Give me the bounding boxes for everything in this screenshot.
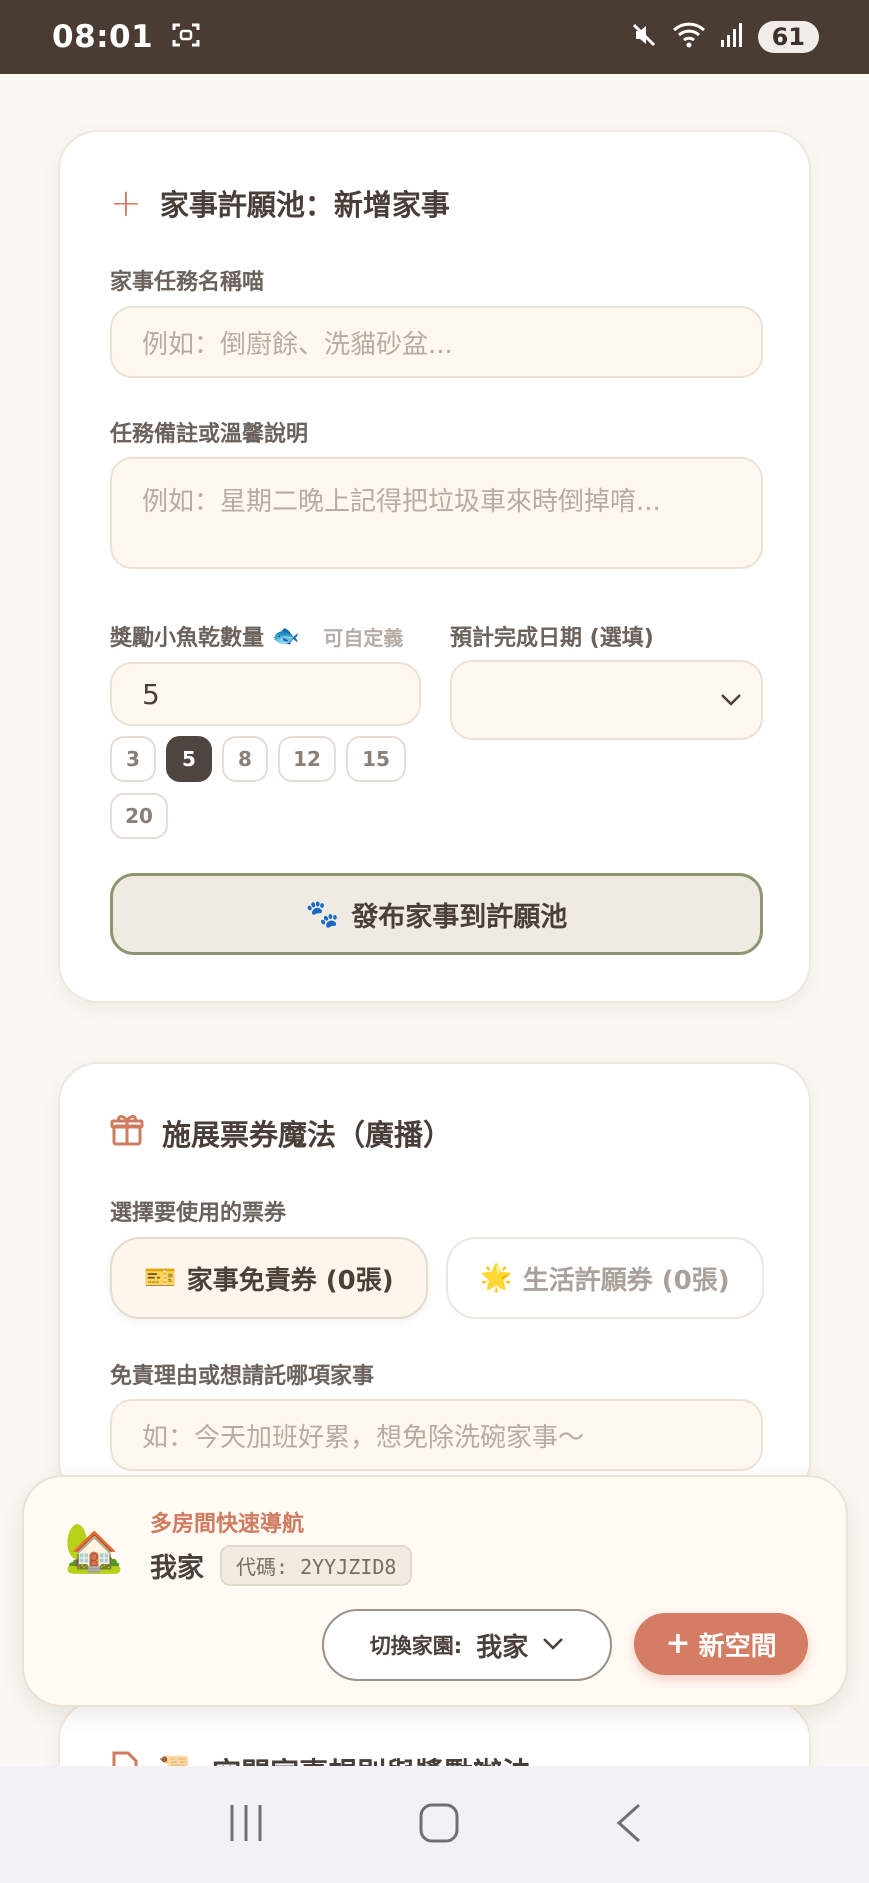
reward-chip-12[interactable]: 12: [278, 736, 336, 782]
reward-value: 5: [142, 677, 160, 711]
reason-input[interactable]: 如：今天加班好累，想免除洗碗家事～: [110, 1399, 763, 1471]
note-label: 任務備註或溫馨說明: [110, 422, 309, 447]
reward-label: 獎勵小魚乾數量: [110, 626, 265, 651]
room-nav-title: 多房間快速導航: [150, 1512, 305, 1537]
wish-ticket-label: 生活許願券 (0張): [522, 1265, 730, 1296]
due-date-select[interactable]: [450, 660, 763, 740]
reward-chip-5[interactable]: 5: [166, 736, 212, 782]
wifi-icon: [672, 21, 706, 53]
ticket-title-row: 施展票券魔法（廣播）: [110, 1112, 452, 1154]
chevron-down-icon: [542, 1636, 564, 1655]
system-nav-bar: [0, 1766, 869, 1883]
ticket-select-label: 選擇要使用的票券: [110, 1201, 287, 1226]
switch-home-label: 切換家園:: [369, 1634, 463, 1658]
home-code-badge[interactable]: 代碼: 2YYJZID8: [220, 1545, 413, 1586]
status-time: 08:01: [52, 19, 154, 55]
star-icon: 🌟: [480, 1263, 513, 1293]
ticket-magic-card: 施展票券魔法（廣播） 選擇要使用的票券 🎫 家事免責券 (0張) 🌟 生活許願券…: [58, 1062, 811, 1502]
reward-label-row: 獎勵小魚乾數量 🐟 可自定義: [110, 620, 403, 652]
paw-icon: 🐾: [305, 899, 340, 930]
gift-icon: [110, 1113, 144, 1154]
reward-hint: 可自定義: [323, 625, 404, 650]
mute-icon: [630, 21, 658, 53]
reward-input[interactable]: 5: [110, 662, 421, 726]
status-bar: 08:01 61: [0, 0, 869, 74]
new-space-label: 新空間: [698, 1631, 777, 1662]
reward-chip-8[interactable]: 8: [222, 736, 268, 782]
fish-icon: 🐟: [272, 623, 300, 649]
switch-home-value: 我家: [476, 1632, 529, 1663]
task-name-placeholder: 例如：倒廚餘、洗貓砂盆...: [142, 329, 453, 360]
reward-chip-3[interactable]: 3: [110, 736, 156, 782]
battery-indicator: 61: [757, 21, 819, 53]
ticket-magic-title: 施展票券魔法（廣播）: [162, 1118, 453, 1152]
chore-exemption-ticket-button[interactable]: 🎫 家事免責券 (0張): [110, 1237, 428, 1319]
current-home-name: 我家: [150, 1553, 204, 1584]
task-name-input[interactable]: 例如：倒廚餘、洗貓砂盆...: [110, 306, 763, 378]
add-chore-title: 家事許願池：新增家事: [159, 188, 450, 222]
reason-label: 免責理由或想請託哪項家事: [110, 1364, 375, 1389]
reward-chip-15[interactable]: 15: [346, 736, 406, 782]
plus-icon: +: [665, 1626, 691, 1661]
recent-apps-icon[interactable]: [226, 1803, 266, 1847]
task-name-label: 家事任務名稱喵: [110, 270, 265, 295]
chore-ticket-label: 家事免責券 (0張): [186, 1265, 394, 1296]
note-placeholder: 例如：星期二晚上記得把垃圾車來時倒掉唷...: [142, 487, 661, 517]
reward-chip-20[interactable]: 20: [110, 793, 168, 839]
signal-icon: [720, 22, 744, 52]
due-date-label: 預計完成日期 (選填): [450, 626, 654, 651]
life-wish-ticket-button[interactable]: 🌟 生活許願券 (0張): [446, 1237, 764, 1319]
house-icon: 🏡: [64, 1520, 124, 1576]
publish-label: 發布家事到許願池: [351, 901, 568, 933]
current-home-row: 我家 代碼: 2YYJZID8: [150, 1545, 413, 1586]
add-chore-title-row: + 家事許願池：新增家事: [110, 182, 450, 224]
switch-home-select[interactable]: 切換家園: 我家: [322, 1609, 612, 1681]
back-icon[interactable]: [613, 1802, 643, 1848]
reason-placeholder: 如：今天加班好累，想免除洗碗家事～: [142, 1422, 585, 1453]
new-space-button[interactable]: + 新空間: [634, 1613, 808, 1675]
publish-chore-button[interactable]: 🐾 發布家事到許願池: [110, 873, 763, 955]
add-chore-card: + 家事許願池：新增家事 家事任務名稱喵 例如：倒廚餘、洗貓砂盆... 任務備註…: [58, 130, 811, 1003]
ticket-icon: 🎫: [144, 1263, 177, 1293]
room-nav-panel: 🏡 多房間快速導航 我家 代碼: 2YYJZID8 切換家園: 我家 + 新空間: [22, 1475, 848, 1707]
chevron-down-icon: [719, 685, 743, 715]
plus-icon: +: [110, 181, 142, 225]
home-icon[interactable]: [417, 1801, 461, 1849]
screenshot-icon: [171, 21, 201, 53]
note-textarea[interactable]: 例如：星期二晚上記得把垃圾車來時倒掉唷...: [110, 457, 763, 569]
